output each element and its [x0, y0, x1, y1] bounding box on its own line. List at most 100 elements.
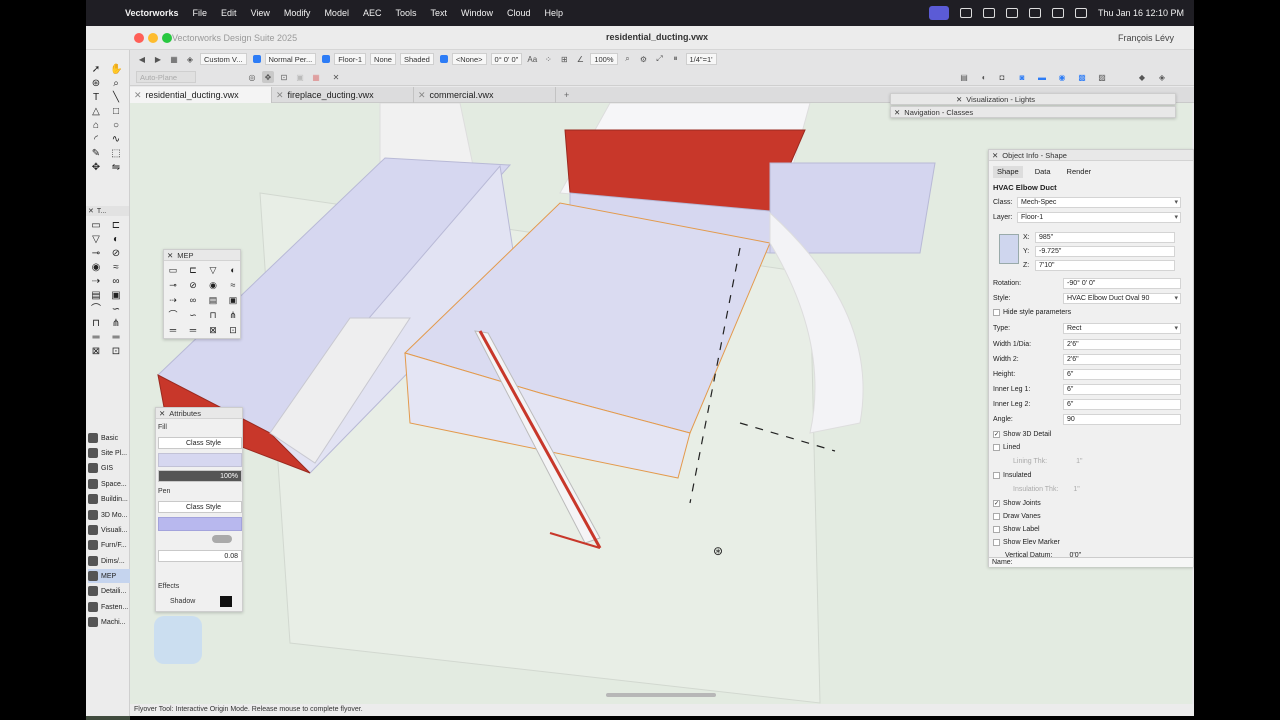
- tab-residential[interactable]: ✕ residential_ducting.vwx: [130, 87, 272, 103]
- close-tab-icon[interactable]: ✕: [418, 90, 426, 100]
- width2-field[interactable]: 2'6": [1063, 354, 1181, 365]
- mep-box-icon[interactable]: ▣: [227, 294, 239, 306]
- workspace-space[interactable]: Space...: [88, 477, 130, 491]
- tab-shape[interactable]: Shape: [993, 166, 1023, 178]
- valve-tool-icon[interactable]: ⊘: [110, 248, 122, 260]
- lined-checkbox[interactable]: Lined: [993, 444, 1020, 451]
- width1-field[interactable]: 2'6": [1063, 339, 1181, 350]
- duct-tool-icon[interactable]: ▭: [90, 220, 102, 232]
- mep-flex-icon[interactable]: ∽: [187, 309, 199, 321]
- polygon-tool-icon[interactable]: △: [90, 106, 102, 118]
- show-elev-marker-checkbox[interactable]: Show Elev Marker: [993, 539, 1060, 546]
- menu-help[interactable]: Help: [545, 8, 564, 18]
- pen-weight-field[interactable]: 0.08: [158, 550, 242, 562]
- line-tool-icon[interactable]: ╲: [110, 92, 122, 104]
- flyover-mode-2-icon[interactable]: ✥: [262, 71, 274, 83]
- menu-view[interactable]: View: [251, 8, 270, 18]
- snap-angle-icon[interactable]: ∠: [574, 53, 586, 65]
- zoom-window-button[interactable]: [162, 33, 172, 43]
- menu-modify[interactable]: Modify: [284, 8, 311, 18]
- workspace-building[interactable]: Buildin...: [88, 492, 130, 506]
- workspace-site-planning[interactable]: Site Pl...: [88, 446, 130, 460]
- snap-object-icon[interactable]: ⊞: [558, 53, 570, 65]
- close-icon[interactable]: ✕: [956, 95, 962, 104]
- mep-tag-icon[interactable]: ⊠: [207, 324, 219, 336]
- mep-pipe-icon[interactable]: ◐: [227, 264, 239, 276]
- y-field[interactable]: -9.725": [1035, 246, 1175, 257]
- screen-record-icon[interactable]: [928, 6, 949, 20]
- vis-tool-8-icon[interactable]: ▨: [1096, 71, 1108, 83]
- show-joints-checkbox[interactable]: ✓ Show Joints: [993, 500, 1041, 507]
- vis-tool-10-icon[interactable]: ◈: [1156, 71, 1168, 83]
- layer-dropdown[interactable]: Floor-1: [334, 53, 367, 65]
- type-dropdown[interactable]: Rect: [1063, 323, 1181, 334]
- workspace-visualization[interactable]: Visuali...: [88, 523, 130, 537]
- pen-color-swatch[interactable]: [158, 517, 242, 531]
- zoom-tool-icon[interactable]: ⌕: [110, 78, 122, 90]
- text-tool-icon[interactable]: T: [90, 92, 102, 104]
- workspace-mep[interactable]: MEP: [88, 569, 130, 583]
- mep-chain-icon[interactable]: ∞: [187, 294, 199, 306]
- apple-icon[interactable]: [96, 6, 110, 20]
- expand-icon[interactable]: ⤢: [654, 53, 666, 65]
- fill-opacity-field[interactable]: 100%: [158, 470, 242, 482]
- rotation-field[interactable]: 0° 0' 0": [490, 53, 523, 65]
- menu-window[interactable]: Window: [461, 8, 493, 18]
- mep-diffuser-icon[interactable]: ▽: [207, 264, 219, 276]
- close-icon[interactable]: ✕: [894, 108, 900, 117]
- split-tool-icon[interactable]: ⋔: [110, 318, 122, 330]
- scale-field[interactable]: 1/4"=1': [685, 53, 717, 65]
- mep-riser-icon[interactable]: ═: [167, 324, 179, 336]
- search-icon[interactable]: [1051, 8, 1064, 18]
- vis-tool-4-icon[interactable]: ◙: [1016, 71, 1028, 83]
- x-field[interactable]: 985": [1035, 232, 1175, 243]
- view-checkbox[interactable]: [252, 55, 261, 63]
- close-icon[interactable]: ✕: [88, 207, 94, 215]
- flyover-tool-icon[interactable]: ⊛: [90, 78, 102, 90]
- diffuser-tool-icon[interactable]: ▽: [90, 234, 102, 246]
- class-dropdown[interactable]: Mech-Spec: [1017, 197, 1181, 208]
- fill-style-dropdown[interactable]: Class Style: [158, 437, 242, 449]
- vis-tool-7-icon[interactable]: ▩: [1076, 71, 1088, 83]
- pause-icon[interactable]: ⏸: [670, 53, 682, 65]
- close-tab-icon[interactable]: ✕: [276, 90, 284, 100]
- new-tab-button[interactable]: +: [560, 87, 576, 103]
- horizontal-scrollbar[interactable]: [606, 693, 716, 697]
- close-tab-icon[interactable]: ✕: [134, 90, 142, 100]
- menu-model[interactable]: Model: [324, 8, 349, 18]
- menu-text[interactable]: Text: [430, 8, 447, 18]
- mep-link-icon[interactable]: ⇢: [167, 294, 179, 306]
- vis-tool-9-icon[interactable]: ◆: [1136, 71, 1148, 83]
- close-icon[interactable]: ✕: [159, 409, 165, 418]
- flyover-mode-3-icon[interactable]: ⊡: [278, 71, 290, 83]
- mep-valve-icon[interactable]: ⊘: [187, 279, 199, 291]
- pen-style-dropdown[interactable]: Class Style: [158, 501, 242, 513]
- flyover-preferences-icon[interactable]: ✕: [330, 71, 342, 83]
- menu-clock[interactable]: Thu Jan 16 12:10 PM: [1098, 8, 1184, 18]
- show-label-checkbox[interactable]: Show Label: [993, 526, 1040, 533]
- view-icon[interactable]: ◈: [184, 53, 196, 65]
- layers-icon[interactable]: ▦: [168, 53, 180, 65]
- render-mode-dropdown[interactable]: Shaded: [399, 53, 434, 65]
- shadow-toggle[interactable]: [220, 596, 232, 607]
- render-perspective-dropdown[interactable]: Normal Per...: [264, 53, 317, 65]
- inner-leg2-field[interactable]: 6": [1063, 399, 1181, 410]
- flyover-mode-5-icon[interactable]: ▦: [310, 71, 322, 83]
- forward-icon[interactable]: ▶: [152, 53, 164, 65]
- menu-edit[interactable]: Edit: [221, 8, 237, 18]
- flex-tool-icon[interactable]: ∽: [110, 304, 122, 316]
- arc-tool-icon[interactable]: ◜: [90, 134, 102, 146]
- mep-marker-icon[interactable]: ⊡: [227, 324, 239, 336]
- chain-tool-icon[interactable]: ∞: [110, 276, 122, 288]
- workspace-3d-modeling[interactable]: 3D Mo...: [88, 508, 130, 522]
- mep-connector-icon[interactable]: ⊸: [167, 279, 179, 291]
- link-tool-icon[interactable]: ⇢: [90, 276, 102, 288]
- user-name[interactable]: François Lévy: [1118, 33, 1174, 43]
- rotation-field[interactable]: -90° 0' 0": [1063, 278, 1181, 289]
- eyedropper-tool-icon[interactable]: ✎: [90, 148, 102, 160]
- connector-tool-icon[interactable]: ⊸: [90, 248, 102, 260]
- pipe-tool-icon[interactable]: ◐: [110, 234, 122, 246]
- settings-icon[interactable]: ⚙: [638, 53, 650, 65]
- flyover-mode-1-icon[interactable]: ◎: [246, 71, 258, 83]
- vis-tool-3-icon[interactable]: ◘: [996, 71, 1008, 83]
